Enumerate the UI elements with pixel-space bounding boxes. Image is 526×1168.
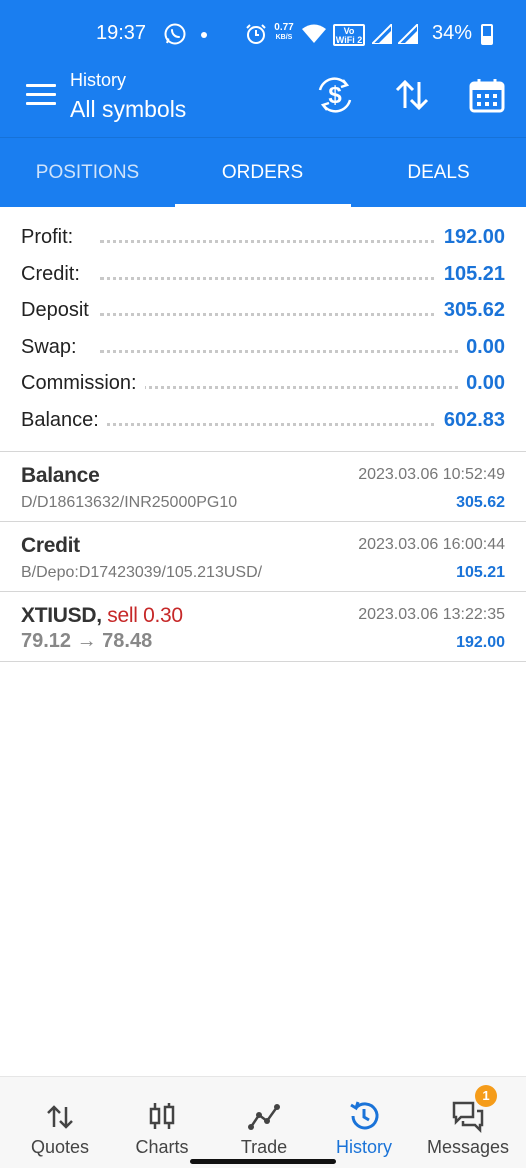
summary-value: 105.21 xyxy=(435,262,505,286)
summary-value: 192.00 xyxy=(435,226,505,249)
calendar-icon[interactable] xyxy=(468,76,506,114)
deal-prices: 79.12 → 78.48 xyxy=(21,630,153,652)
summary-label: Credit: xyxy=(21,262,88,286)
vowifi-line2: WiFi 2 xyxy=(335,35,363,45)
net-speed-unit: KB/S xyxy=(275,34,293,41)
deal-time: 2023.03.06 13:22:35 xyxy=(358,606,505,623)
svg-text:$: $ xyxy=(328,82,342,109)
nav-quotes[interactable]: Quotes xyxy=(8,1077,112,1168)
summary-row-credit: Credit: 105.21 xyxy=(0,257,526,294)
battery-percent: 34% xyxy=(432,22,473,44)
leader-dots xyxy=(100,349,466,353)
history-icon xyxy=(350,1101,379,1130)
menu-icon[interactable] xyxy=(26,84,56,108)
summary-row-balance: Balance: 602.83 xyxy=(0,403,526,440)
tab-indicator xyxy=(175,204,351,207)
deal-amount: 192.00 xyxy=(456,634,505,651)
battery-icon xyxy=(481,24,493,45)
summary-value: 0.00 xyxy=(458,372,505,395)
summary-label: Swap: xyxy=(21,335,85,359)
divider xyxy=(0,661,526,662)
net-speed: 0.77 KB/S xyxy=(271,23,297,43)
summary-row-deposit: Deposit 305.62 xyxy=(0,293,526,330)
header-subtitle: History xyxy=(70,70,127,90)
deal-row-trade[interactable]: XTIUSD, sell 0.30 79.12 → 78.48 2023.03.… xyxy=(0,592,526,662)
messages-icon: 1 xyxy=(451,1085,497,1134)
nav-charts[interactable]: Charts xyxy=(110,1077,214,1168)
summary-row-swap: Swap: 0.00 xyxy=(0,330,526,367)
tab-deals[interactable]: DEALS xyxy=(351,138,526,208)
tab-orders[interactable]: ORDERS xyxy=(175,138,350,208)
status-bar: 19:37 0.77 KB/S Vo WiFi 2 34% xyxy=(0,0,526,70)
deal-title: XTIUSD, sell 0.30 xyxy=(21,604,183,628)
summary-value: 602.83 xyxy=(435,408,505,432)
summary-panel: Profit: 192.00 Credit: 105.21 Deposit 30… xyxy=(0,220,526,439)
summary-label: Balance: xyxy=(21,408,107,432)
nav-label: Messages xyxy=(426,1137,510,1157)
signal-icon xyxy=(372,24,392,44)
deal-amount: 305.62 xyxy=(456,494,505,511)
status-time: 19:37 xyxy=(96,22,147,44)
whatsapp-icon xyxy=(164,23,186,45)
deal-side: sell 0.30 xyxy=(107,604,183,627)
nav-messages[interactable]: 1 Messages xyxy=(414,1077,522,1168)
leader-dots xyxy=(100,276,466,280)
nav-label: History xyxy=(335,1137,392,1157)
summary-label: Profit: xyxy=(21,226,82,249)
charts-icon xyxy=(149,1103,175,1129)
nav-trade[interactable]: Trade xyxy=(212,1077,316,1168)
leader-dots xyxy=(100,386,466,389)
quotes-icon xyxy=(47,1105,73,1129)
deal-row-credit[interactable]: Credit B/Depo:D17423039/105.213USD/ 2023… xyxy=(0,522,526,592)
nav-history[interactable]: History xyxy=(312,1077,416,1168)
tab-bar: POSITIONS ORDERS DEALS xyxy=(0,137,526,207)
trade-icon xyxy=(248,1104,280,1130)
deal-time: 2023.03.06 16:00:44 xyxy=(358,536,505,553)
leader-dots xyxy=(100,313,466,316)
deal-comment: D/D18613632/INR25000PG10 xyxy=(21,494,238,511)
deal-title: Credit xyxy=(21,534,80,557)
tab-positions[interactable]: POSITIONS xyxy=(0,138,175,208)
home-indicator[interactable] xyxy=(190,1159,336,1164)
summary-row-commission: Commission: 0.00 xyxy=(0,366,526,403)
leader-dots xyxy=(100,240,466,243)
deal-amount: 105.21 xyxy=(456,564,505,581)
nav-label: Trade xyxy=(240,1137,288,1157)
messages-badge: 1 xyxy=(475,1085,497,1107)
summary-row-profit: Profit: 192.00 xyxy=(0,220,526,257)
sort-icon[interactable] xyxy=(393,76,431,114)
app-bar: 19:37 0.77 KB/S Vo WiFi 2 34% History Al… xyxy=(0,0,526,207)
bottom-nav: Quotes Charts Trade History 1 Messages xyxy=(0,1076,526,1168)
deal-time: 2023.03.06 10:52:49 xyxy=(358,466,505,483)
summary-value: 305.62 xyxy=(435,299,505,322)
nav-label: Charts xyxy=(135,1137,189,1157)
net-speed-value: 0.77 xyxy=(274,22,294,33)
summary-value: 0.00 xyxy=(458,335,505,359)
currency-exchange-icon[interactable]: $ xyxy=(316,76,354,114)
deal-title: Balance xyxy=(21,464,100,487)
deal-comment: B/Depo:D17423039/105.213USD/ xyxy=(21,564,263,581)
deal-row-balance[interactable]: Balance D/D18613632/INR25000PG10 2023.03… xyxy=(0,452,526,522)
header-title[interactable]: All symbols xyxy=(70,96,186,123)
notification-dot-icon xyxy=(201,32,207,38)
deal-symbol: XTIUSD, xyxy=(21,604,102,627)
alarm-icon xyxy=(246,24,266,44)
vowifi-icon: Vo WiFi 2 xyxy=(333,24,365,46)
wifi-icon xyxy=(302,24,326,43)
summary-label: Deposit xyxy=(21,299,97,322)
signal-2-icon xyxy=(398,24,418,44)
leader-dots xyxy=(100,422,466,426)
summary-label: Commission: xyxy=(21,372,145,395)
nav-label: Quotes xyxy=(30,1137,90,1157)
